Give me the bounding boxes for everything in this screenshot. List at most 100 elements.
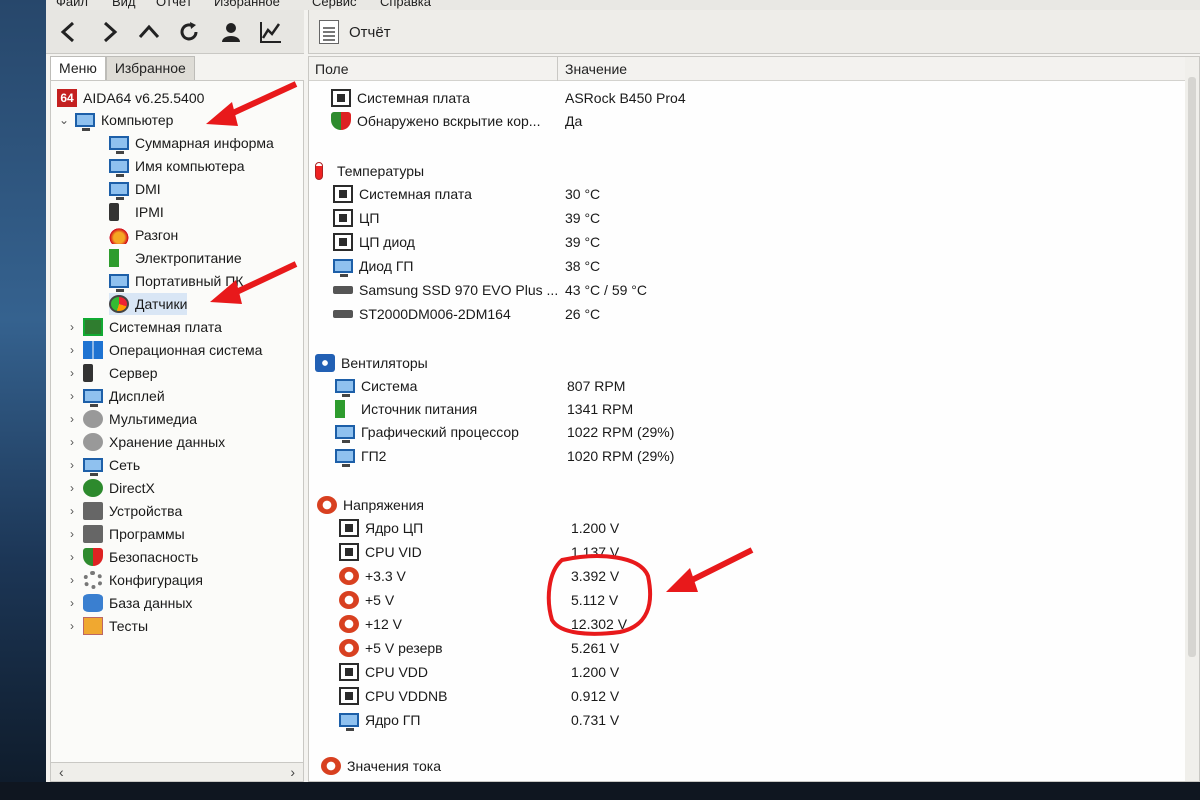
field-label: Ядро ЦП — [365, 520, 424, 536]
tab-menu[interactable]: Меню — [50, 56, 106, 80]
tree-item-server[interactable]: › Сервер — [65, 362, 158, 384]
menu-file[interactable]: Файл — [56, 0, 88, 9]
list-item[interactable]: CPU VID — [339, 541, 422, 563]
chevron-right-icon[interactable]: › — [65, 343, 79, 357]
chevron-right-icon[interactable]: › — [65, 389, 79, 403]
list-item[interactable]: Графический процессор — [335, 421, 519, 443]
chart-icon — [260, 22, 281, 43]
shield-icon — [331, 112, 351, 130]
list-item[interactable]: +12 V — [339, 613, 402, 635]
menu-service[interactable]: Сервис — [312, 0, 357, 9]
tree-item-security[interactable]: › Безопасность — [65, 546, 198, 568]
tree-item-os[interactable]: › Операционная система — [65, 339, 262, 361]
scrollbar-thumb[interactable] — [1188, 77, 1196, 657]
chevron-right-icon[interactable]: › — [65, 458, 79, 472]
chevron-right-icon[interactable]: › — [65, 527, 79, 541]
chevron-right-icon[interactable]: › — [65, 573, 79, 587]
tree-item-overclock[interactable]: Разгон — [109, 224, 178, 246]
tree-item-label: Системная плата — [109, 319, 222, 335]
list-item[interactable]: ST2000DM006-2DM164 — [333, 303, 511, 325]
menu-bar: Файл Вид Отчёт Избранное Сервис Справка — [46, 0, 1200, 10]
chevron-right-icon[interactable]: › — [65, 550, 79, 564]
up-icon — [138, 24, 160, 39]
list-item[interactable]: Системная плата — [331, 87, 470, 109]
list-item[interactable]: CPU VDDNB — [339, 685, 447, 707]
menu-help[interactable]: Справка — [380, 0, 431, 9]
chevron-right-icon[interactable]: › — [65, 504, 79, 518]
refresh-button[interactable] — [174, 18, 204, 46]
list-item[interactable]: +5 V резерв — [339, 637, 443, 659]
column-field-header[interactable]: Поле — [315, 61, 349, 77]
tree-item-computer-name[interactable]: Имя компьютера — [109, 155, 245, 177]
tree-item-label: IPMI — [135, 204, 164, 220]
tree-item-network[interactable]: › Сеть — [65, 454, 140, 476]
field-label: Ядро ГП — [365, 712, 421, 728]
tree-item-database[interactable]: › База данных — [65, 592, 192, 614]
list-item[interactable]: Система — [335, 375, 417, 397]
section-title: Вентиляторы — [341, 355, 428, 371]
menu-report[interactable]: Отчёт — [156, 0, 192, 9]
tree-root[interactable]: AIDA64 v6.25.5400 — [57, 87, 204, 109]
chevron-down-icon[interactable]: ⌄ — [57, 113, 71, 127]
toolbar — [46, 10, 304, 54]
list-item[interactable]: Источник питания — [335, 398, 477, 420]
tree-item-ipmi[interactable]: IPMI — [109, 201, 164, 223]
chevron-right-icon[interactable]: › — [65, 435, 79, 449]
scroll-right-icon[interactable]: › — [290, 764, 295, 780]
laptop-icon — [109, 274, 129, 292]
chevron-right-icon[interactable]: › — [65, 619, 79, 633]
tab-favorites[interactable]: Избранное — [105, 56, 195, 80]
user-button[interactable] — [216, 18, 246, 46]
tree-item-multimedia[interactable]: › Мультимедиа — [65, 408, 197, 430]
motherboard-icon — [333, 185, 353, 203]
list-item[interactable]: Обнаружено вскрытие кор... — [331, 110, 540, 132]
field-label: +12 V — [365, 616, 402, 632]
tree-item-storage[interactable]: › Хранение данных — [65, 431, 225, 453]
chevron-right-icon[interactable]: › — [65, 481, 79, 495]
tree-item-sensors[interactable]: Датчики — [109, 293, 188, 315]
field-value: 30 °C — [565, 186, 601, 202]
tree-item-computer[interactable]: ⌄ Компьютер — [57, 109, 173, 131]
tree-item-config[interactable]: › Конфигурация — [65, 569, 203, 591]
up-button[interactable] — [134, 18, 164, 46]
tree-item-devices[interactable]: › Устройства — [65, 500, 182, 522]
column-divider[interactable] — [557, 57, 558, 81]
tree-item-motherboard[interactable]: › Системная плата — [65, 316, 222, 338]
chart-button[interactable] — [256, 18, 286, 46]
tree-item-tests[interactable]: › Тесты — [65, 615, 148, 637]
list-item[interactable]: Ядро ГП — [339, 709, 420, 731]
back-button[interactable] — [54, 18, 84, 46]
tree-item-display[interactable]: › Дисплей — [65, 385, 165, 407]
list-item[interactable]: +5 V — [339, 589, 394, 611]
list-item[interactable]: CPU VDD — [339, 661, 428, 683]
list-item[interactable]: ЦП — [333, 207, 379, 229]
scroll-left-icon[interactable]: ‹ — [59, 764, 64, 780]
column-value-header[interactable]: Значение — [565, 61, 627, 77]
tree-item-power[interactable]: Электропитание — [109, 247, 242, 269]
menu-view[interactable]: Вид — [112, 0, 136, 9]
tree-item-portable[interactable]: Портативный ПК — [109, 270, 243, 292]
list-item[interactable]: Системная плата — [333, 183, 472, 205]
list-item[interactable]: +3.3 V — [339, 565, 406, 587]
report-button[interactable]: Отчёт — [319, 18, 391, 46]
tree-item-summary[interactable]: Суммарная информа — [109, 132, 274, 154]
tree-item-dmi[interactable]: DMI — [109, 178, 161, 200]
vertical-scrollbar[interactable] — [1185, 57, 1199, 781]
tree-item-programs[interactable]: › Программы — [65, 523, 185, 545]
tree-horizontal-scrollbar[interactable]: ‹ › — [50, 762, 304, 782]
list-item[interactable]: ЦП диод — [333, 231, 415, 253]
cpu-icon — [339, 687, 359, 705]
list-item[interactable]: Samsung SSD 970 EVO Plus ... — [333, 279, 558, 301]
chevron-right-icon[interactable]: › — [65, 366, 79, 380]
chevron-right-icon[interactable]: › — [65, 596, 79, 610]
list-item[interactable]: ГП2 — [335, 445, 386, 467]
voltage-icon — [317, 496, 337, 514]
forward-button[interactable] — [94, 18, 124, 46]
menu-favorites[interactable]: Избранное — [214, 0, 280, 9]
tree-item-directx[interactable]: › DirectX — [65, 477, 155, 499]
chevron-right-icon[interactable]: › — [65, 412, 79, 426]
chevron-right-icon[interactable]: › — [65, 320, 79, 334]
list-item[interactable]: Диод ГП — [333, 255, 413, 277]
list-item[interactable]: Ядро ЦП — [339, 517, 423, 539]
section-current: Значения тока — [321, 755, 441, 777]
